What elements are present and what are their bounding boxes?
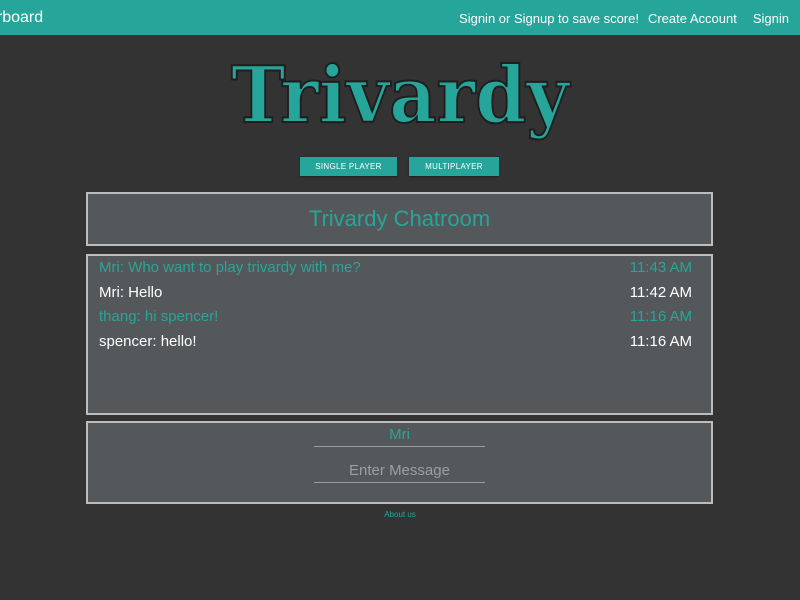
username-input[interactable] xyxy=(314,426,485,443)
signin-signup-prompt-link[interactable]: Signin or Signup to save score! xyxy=(459,11,639,27)
message-row: thang: hi spencer! 11:16 AM xyxy=(99,307,692,327)
create-account-link[interactable]: Create Account xyxy=(648,11,737,27)
message-text: Mri: Hello xyxy=(99,284,163,301)
username-field[interactable] xyxy=(314,425,485,447)
message-text: spencer: hello! xyxy=(99,333,197,350)
trivardy-logo: Trivardy xyxy=(0,52,800,142)
message-time: 11:42 AM xyxy=(629,284,692,301)
logo-wordmark: Trivardy xyxy=(230,52,573,142)
logo-text: Trivardy xyxy=(231,52,572,141)
chatroom-title: Trivardy Chatroom xyxy=(308,206,491,231)
about-us-link[interactable]: About us xyxy=(0,510,800,519)
signin-link[interactable]: Signin xyxy=(753,11,789,27)
top-navbar: erboard Signin or Signup to save score! … xyxy=(0,0,800,35)
message-row: Mri: Hello 11:42 AM xyxy=(99,283,692,303)
leaderboard-link[interactable]: erboard xyxy=(0,9,43,27)
message-text: thang: hi spencer! xyxy=(99,308,219,325)
message-field[interactable] xyxy=(314,461,485,483)
message-list: Mri: Who want to play trivardy with me? … xyxy=(86,254,713,415)
message-compose-panel xyxy=(86,421,713,504)
message-time: 11:16 AM xyxy=(629,333,692,350)
nav-links: Signin or Signup to save score! Create A… xyxy=(450,11,789,27)
message-time: 11:16 AM xyxy=(629,308,692,325)
message-row: Mri: Who want to play trivardy with me? … xyxy=(99,258,692,278)
single-player-button[interactable]: SINGLE PLAYER xyxy=(300,157,397,176)
multiplayer-button[interactable]: MULTIPLAYER xyxy=(409,157,499,176)
message-text: Mri: Who want to play trivardy with me? xyxy=(99,259,361,276)
message-time: 11:43 AM xyxy=(629,259,692,276)
chatroom-header: Trivardy Chatroom xyxy=(86,192,713,246)
message-row: spencer: hello! 11:16 AM xyxy=(99,332,692,352)
message-input[interactable] xyxy=(314,462,485,479)
